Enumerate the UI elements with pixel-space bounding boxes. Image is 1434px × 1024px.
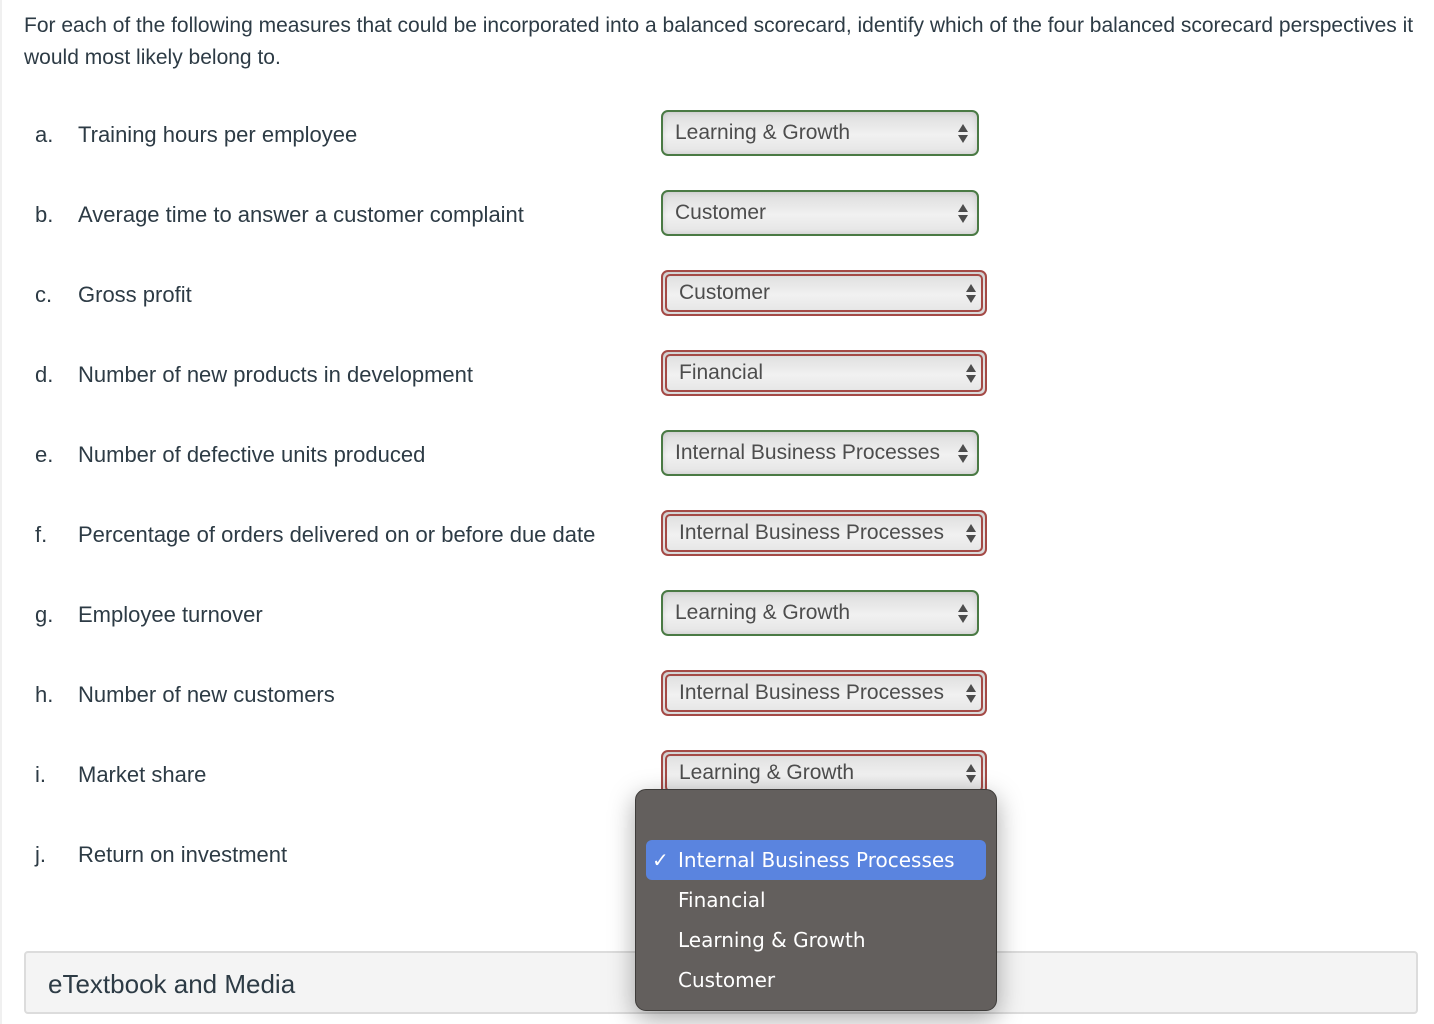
question-text: Employee turnover <box>78 602 263 627</box>
question-text: Average time to answer a customer compla… <box>78 202 524 227</box>
answer-select-b[interactable]: Customer <box>661 190 979 236</box>
answer-select-e[interactable]: Internal Business Processes <box>661 430 979 476</box>
selected-value: Internal Business Processes <box>679 521 944 544</box>
menu-option-internal-business-processes[interactable]: ✓ Internal Business Processes <box>646 840 986 880</box>
question-letter: h. <box>35 682 54 707</box>
question-text: Gross profit <box>78 282 192 307</box>
question-letter: f. <box>35 522 48 547</box>
selected-value: Customer <box>679 281 771 304</box>
answer-select-c[interactable]: Customer <box>661 270 987 316</box>
updown-arrows-icon <box>957 204 969 224</box>
question-text: Number of new customers <box>78 682 335 707</box>
menu-option-learning-growth[interactable]: Learning & Growth <box>646 920 986 960</box>
selected-value: Learning & Growth <box>679 761 855 784</box>
answer-select-h[interactable]: Internal Business Processes <box>661 670 987 716</box>
question-letter: d. <box>35 362 54 387</box>
answer-dropdown-menu: ✓ Internal Business Processes Financial … <box>635 789 997 1011</box>
question-letter: i. <box>35 762 46 787</box>
option-label: Financial <box>678 888 766 912</box>
updown-arrows-icon <box>965 524 977 544</box>
question-letter: a. <box>35 122 54 147</box>
question-text: Number of defective units produced <box>78 442 426 467</box>
question-text: Percentage of orders delivered on or bef… <box>78 522 596 547</box>
updown-arrows-icon <box>957 124 969 144</box>
etextbook-media-label: eTextbook and Media <box>48 969 296 999</box>
question-letter: b. <box>35 202 54 227</box>
option-label: Learning & Growth <box>678 928 866 952</box>
answer-select-f[interactable]: Internal Business Processes <box>661 510 987 556</box>
updown-arrows-icon <box>957 444 969 464</box>
answer-select-g[interactable]: Learning & Growth <box>661 590 979 636</box>
menu-option-financial[interactable]: Financial <box>646 880 986 920</box>
question-letter: j. <box>35 842 46 867</box>
updown-arrows-icon <box>965 364 977 384</box>
option-label: Customer <box>678 968 776 992</box>
checkmark-icon: ✓ <box>652 848 669 872</box>
question-text: Market share <box>78 762 207 787</box>
selected-value: Learning & Growth <box>675 121 851 144</box>
answer-select-a[interactable]: Learning & Growth <box>661 110 979 156</box>
selected-value: Learning & Growth <box>675 601 851 624</box>
selected-value: Internal Business Processes <box>679 681 944 704</box>
question-letter: e. <box>35 442 54 467</box>
option-label: Internal Business Processes <box>678 848 955 872</box>
updown-arrows-icon <box>965 684 977 704</box>
selected-value: Financial <box>679 361 764 384</box>
updown-arrows-icon <box>965 764 977 784</box>
updown-arrows-icon <box>965 284 977 304</box>
question-text: Return on investment <box>78 842 288 867</box>
question-text: Number of new products in development <box>78 362 473 387</box>
selected-value: Customer <box>675 201 767 224</box>
question-letter: c. <box>35 282 53 307</box>
question-prompt: For each of the following measures that … <box>24 14 1414 69</box>
answer-select-d[interactable]: Financial <box>661 350 987 396</box>
selected-value: Internal Business Processes <box>675 441 940 464</box>
question-letter: g. <box>35 602 54 627</box>
question-text: Training hours per employee <box>78 122 358 147</box>
menu-option-customer[interactable]: Customer <box>646 960 986 1000</box>
updown-arrows-icon <box>957 604 969 624</box>
